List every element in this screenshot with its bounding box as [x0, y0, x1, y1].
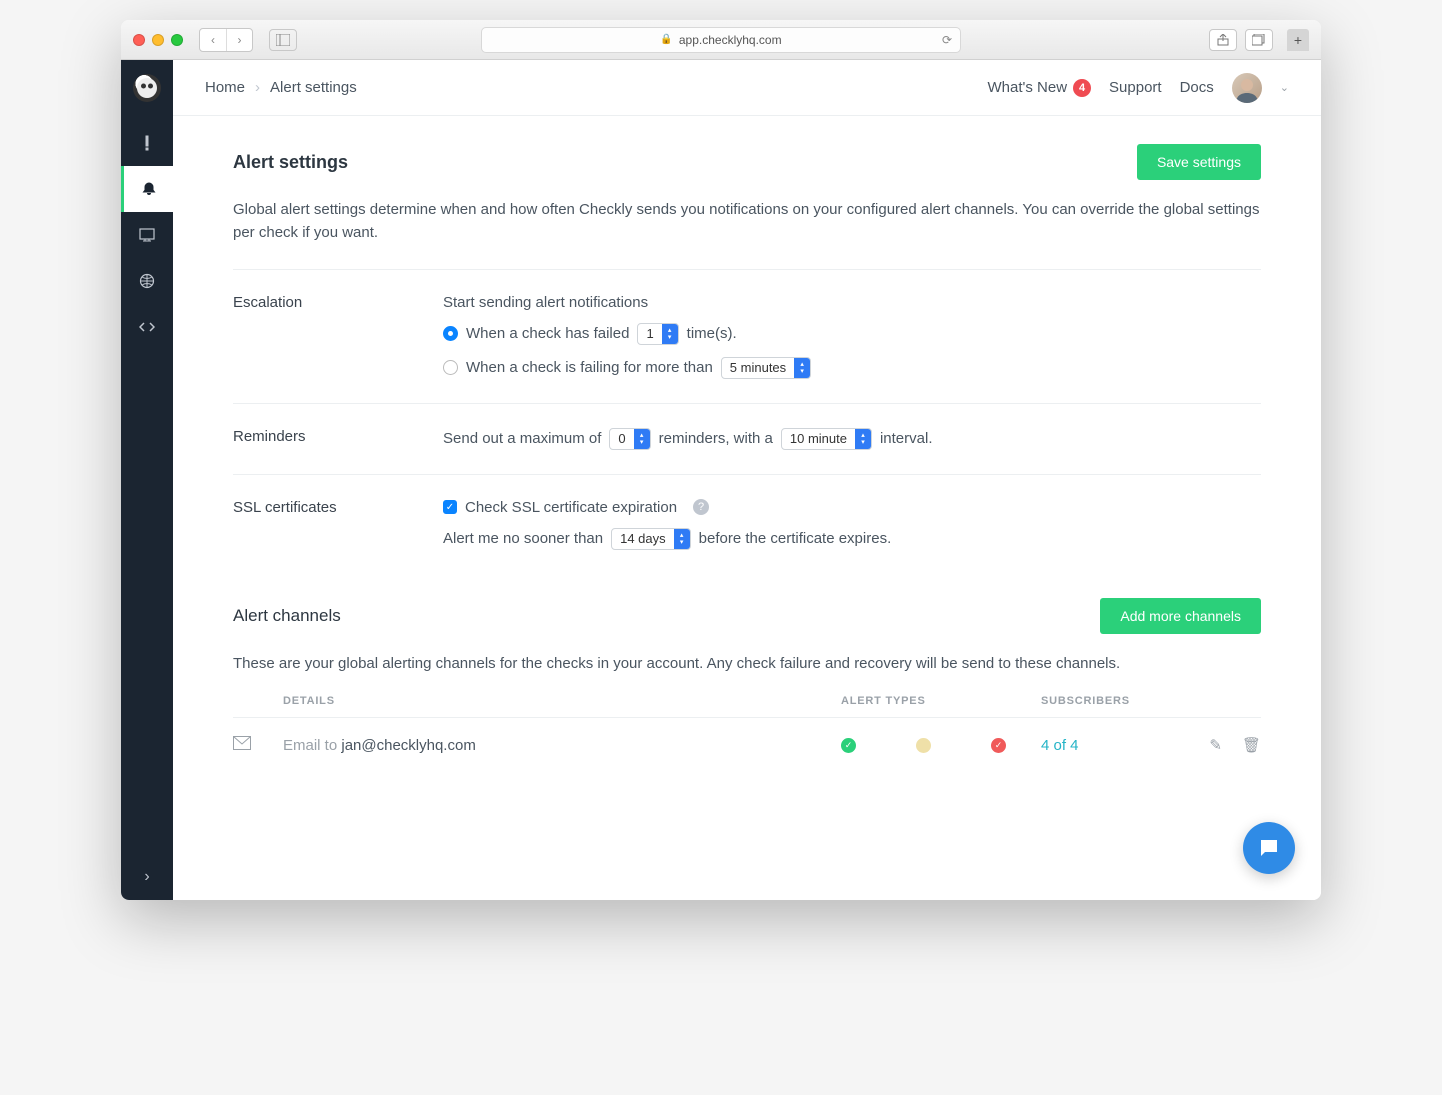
- docs-link[interactable]: Docs: [1180, 79, 1214, 96]
- breadcrumb-current: Alert settings: [270, 79, 357, 96]
- escalation-radio-duration[interactable]: [443, 360, 458, 375]
- page-description: Global alert settings determine when and…: [233, 198, 1261, 245]
- url-bar[interactable]: 🔒 app.checklyhq.com ⟳: [481, 27, 961, 53]
- subscribers-link[interactable]: 4 of 4: [1041, 737, 1079, 754]
- whats-new-link[interactable]: What's New 4: [987, 79, 1091, 97]
- stepper-icon: [634, 429, 650, 449]
- email-icon: [233, 737, 251, 754]
- sidebar-toggle-button[interactable]: [269, 29, 297, 51]
- reminders-pre: Send out a maximum of: [443, 430, 601, 447]
- lock-icon: 🔒: [660, 34, 672, 45]
- browser-window: ‹ › 🔒 app.checklyhq.com ⟳ +: [121, 20, 1321, 900]
- traffic-lights: [133, 34, 183, 46]
- support-link[interactable]: Support: [1109, 79, 1162, 96]
- sidebar-item-code[interactable]: [121, 304, 173, 350]
- col-details: DETAILS: [283, 685, 841, 718]
- stepper-icon: [794, 358, 810, 378]
- add-channels-button[interactable]: Add more channels: [1100, 598, 1261, 634]
- topbar: Home › Alert settings What's New 4 Suppo…: [173, 60, 1321, 116]
- app-logo[interactable]: [133, 74, 161, 102]
- channels-table: DETAILS ALERT TYPES SUBSCRIBERS: [233, 685, 1261, 773]
- close-window-button[interactable]: [133, 34, 145, 46]
- sidebar-item-global[interactable]: [121, 258, 173, 304]
- channels-title: Alert channels: [233, 606, 341, 626]
- nav-buttons: ‹ ›: [199, 28, 253, 52]
- channel-type-prefix: Email to: [283, 737, 341, 754]
- new-tab-button[interactable]: +: [1287, 29, 1309, 51]
- browser-titlebar: ‹ › 🔒 app.checklyhq.com ⟳ +: [121, 20, 1321, 60]
- col-subscribers: SUBSCRIBERS: [1041, 685, 1181, 718]
- channels-header: Alert channels Add more channels: [233, 598, 1261, 634]
- page-header: Alert settings Save settings: [233, 144, 1261, 180]
- maximize-window-button[interactable]: [171, 34, 183, 46]
- account-chevron-icon[interactable]: ⌄: [1280, 81, 1289, 94]
- minimize-window-button[interactable]: [152, 34, 164, 46]
- breadcrumb-home[interactable]: Home: [205, 79, 245, 96]
- stepper-icon: [674, 529, 690, 549]
- content-area: Home › Alert settings What's New 4 Suppo…: [173, 60, 1321, 900]
- escalation-label: Escalation: [233, 294, 443, 379]
- edit-icon[interactable]: ✎: [1209, 736, 1222, 754]
- escalation-opt1-post: time(s).: [687, 325, 737, 342]
- escalation-radio-failed[interactable]: [443, 326, 458, 341]
- refresh-icon[interactable]: ⟳: [942, 33, 952, 47]
- ssl-days-select[interactable]: 14 days: [611, 528, 691, 550]
- topbar-right: What's New 4 Support Docs ⌄: [987, 73, 1289, 103]
- table-row: Email to jan@checklyhq.com ✓ ✓ 4 of 4: [233, 717, 1261, 773]
- escalation-failed-count-select[interactable]: 1: [637, 323, 678, 345]
- reminders-mid: reminders, with a: [659, 430, 773, 447]
- help-icon[interactable]: ?: [693, 499, 709, 515]
- sidebar-item-alert-settings[interactable]: [121, 166, 173, 212]
- stepper-icon: [855, 429, 871, 449]
- ssl-label: SSL certificates: [233, 499, 443, 550]
- titlebar-right: +: [1209, 29, 1309, 51]
- escalation-intro: Start sending alert notifications: [443, 294, 1261, 311]
- escalation-option-2: When a check is failing for more than 5 …: [443, 357, 1261, 379]
- sidebar-item-dashboards[interactable]: [121, 212, 173, 258]
- escalation-opt2-pre: When a check is failing for more than: [466, 359, 713, 376]
- channel-alert-types: ✓ ✓: [841, 717, 1041, 773]
- escalation-section: Escalation Start sending alert notificat…: [233, 269, 1261, 403]
- breadcrumb: Home › Alert settings: [205, 79, 357, 96]
- channel-target: jan@checklyhq.com: [341, 737, 475, 754]
- channels-description: These are your global alerting channels …: [233, 652, 1261, 675]
- reminders-count-select[interactable]: 0: [609, 428, 650, 450]
- ssl-alert-pre: Alert me no sooner than: [443, 530, 603, 547]
- escalation-option-1: When a check has failed 1 time(s).: [443, 323, 1261, 345]
- alert-type-failure-icon: ✓: [991, 738, 1006, 753]
- main: Alert settings Save settings Global aler…: [173, 116, 1321, 813]
- app-root: › Home › Alert settings What's New 4 Sup…: [121, 60, 1321, 900]
- url-text: app.checklyhq.com: [679, 33, 782, 47]
- save-settings-button[interactable]: Save settings: [1137, 144, 1261, 180]
- avatar[interactable]: [1232, 73, 1262, 103]
- ssl-check-label: Check SSL certificate expiration: [465, 499, 677, 516]
- reminders-post: interval.: [880, 430, 933, 447]
- share-button[interactable]: [1209, 29, 1237, 51]
- reminders-section: Reminders Send out a maximum of 0 remind…: [233, 403, 1261, 474]
- sidebar: ›: [121, 60, 173, 900]
- tabs-button[interactable]: [1245, 29, 1273, 51]
- forward-button[interactable]: ›: [226, 29, 252, 51]
- escalation-opt1-pre: When a check has failed: [466, 325, 629, 342]
- page-title: Alert settings: [233, 152, 348, 173]
- escalation-duration-select[interactable]: 5 minutes: [721, 357, 811, 379]
- stepper-icon: [662, 324, 678, 344]
- sidebar-expand-button[interactable]: ›: [121, 854, 173, 900]
- ssl-section: SSL certificates ✓ Check SSL certificate…: [233, 474, 1261, 574]
- alert-type-success-icon: ✓: [841, 738, 856, 753]
- ssl-alert-post: before the certificate expires.: [699, 530, 892, 547]
- channel-details: Email to jan@checklyhq.com: [283, 717, 841, 773]
- chevron-right-icon: ›: [255, 79, 260, 96]
- reminders-interval-select[interactable]: 10 minute: [781, 428, 872, 450]
- whats-new-label: What's New: [987, 79, 1067, 96]
- reminders-label: Reminders: [233, 428, 443, 450]
- col-alert-types: ALERT TYPES: [841, 685, 1041, 718]
- back-button[interactable]: ‹: [200, 29, 226, 51]
- sidebar-item-alerts[interactable]: [121, 120, 173, 166]
- whats-new-badge: 4: [1073, 79, 1091, 97]
- alert-type-degraded-icon: [916, 738, 931, 753]
- chat-widget[interactable]: [1243, 822, 1295, 874]
- delete-icon[interactable]: 🗑: [1242, 736, 1261, 754]
- ssl-check-checkbox[interactable]: ✓: [443, 500, 457, 514]
